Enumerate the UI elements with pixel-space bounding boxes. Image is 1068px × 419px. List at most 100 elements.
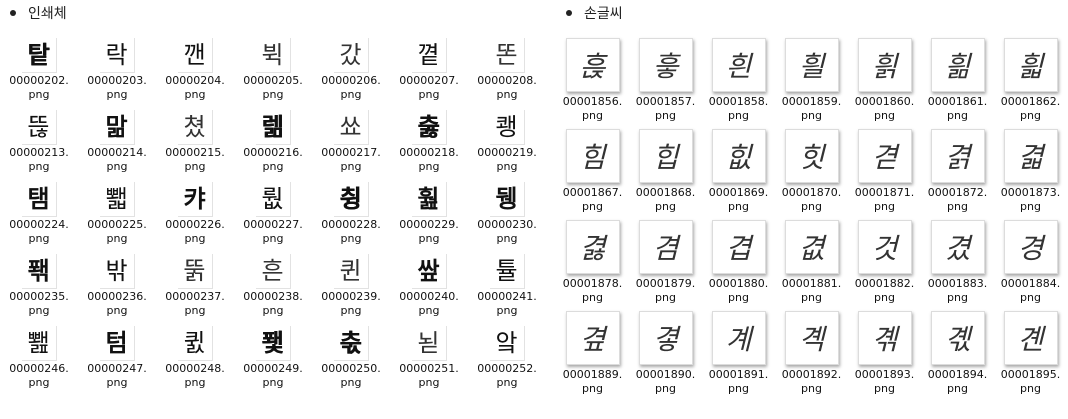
handwritten-image-tile[interactable]: 곆 00001893. png xyxy=(848,311,921,402)
handwritten-image-tile[interactable]: 겺 00001881. png xyxy=(775,220,848,311)
handwritten-image-tile[interactable]: 것 00001882. png xyxy=(848,220,921,311)
printed-glyph-image[interactable]: 쑈 xyxy=(333,110,369,145)
handwritten-glyph-image[interactable]: 흵 xyxy=(857,38,912,92)
handwritten-image-tile[interactable]: 계 00001891. png xyxy=(702,311,775,402)
printed-image-tile[interactable]: 춣 00000218. png xyxy=(390,110,468,182)
printed-image-tile[interactable]: 뚥 00000237. png xyxy=(156,254,234,326)
handwritten-image-tile[interactable]: 겹 00001880. png xyxy=(702,220,775,311)
printed-glyph-image[interactable]: 쳤 xyxy=(177,110,213,145)
printed-image-tile[interactable]: 캬 00000226. png xyxy=(156,182,234,254)
printed-glyph-image[interactable]: 춣 xyxy=(411,110,447,145)
handwritten-glyph-image[interactable]: 계 xyxy=(711,311,766,365)
printed-glyph-image[interactable]: 춗 xyxy=(333,326,369,361)
handwritten-image-tile[interactable]: 곃 00001890. png xyxy=(629,311,702,402)
handwritten-image-tile[interactable]: 곈 00001895. png xyxy=(994,311,1067,402)
handwritten-glyph-image[interactable]: 힙 xyxy=(638,129,693,183)
printed-glyph-image[interactable]: 뜮 xyxy=(21,110,57,145)
handwritten-glyph-image[interactable]: 흰 xyxy=(711,38,766,92)
handwritten-glyph-image[interactable]: 힛 xyxy=(784,129,839,183)
handwritten-glyph-image[interactable]: 곂 xyxy=(565,311,620,365)
printed-image-tile[interactable]: 뜮 00000213. png xyxy=(0,110,78,182)
printed-image-tile[interactable]: 렒 00000216. png xyxy=(234,110,312,182)
printed-glyph-image[interactable]: 뚥 xyxy=(177,254,213,289)
handwritten-image-tile[interactable]: 흰 00001858. png xyxy=(702,38,775,129)
printed-image-tile[interactable]: 똔 00000208. png xyxy=(468,38,546,110)
handwritten-image-tile[interactable]: 겳 00001873. png xyxy=(994,129,1067,220)
handwritten-image-tile[interactable]: 겸 00001879. png xyxy=(629,220,702,311)
printed-glyph-image[interactable]: 뤖 xyxy=(255,182,291,217)
printed-glyph-image[interactable]: 뾃 xyxy=(99,182,135,217)
handwritten-glyph-image[interactable]: 것 xyxy=(857,220,912,274)
printed-image-tile[interactable]: 춗 00000250. png xyxy=(312,326,390,398)
handwritten-glyph-image[interactable]: 흕 xyxy=(565,38,620,92)
printed-glyph-image[interactable]: 뾆 xyxy=(21,326,57,361)
handwritten-image-tile[interactable]: 흶 00001861. png xyxy=(921,38,994,129)
handwritten-glyph-image[interactable]: 겷 xyxy=(565,220,620,274)
printed-image-tile[interactable]: 쳤 00000215. png xyxy=(156,110,234,182)
printed-image-tile[interactable]: 탙 00000202. png xyxy=(0,38,78,110)
printed-image-tile[interactable]: 뇓 00000251. png xyxy=(390,326,468,398)
handwritten-image-tile[interactable]: 힛 00001870. png xyxy=(775,129,848,220)
printed-image-tile[interactable]: 퀸 00000239. png xyxy=(312,254,390,326)
printed-glyph-image[interactable]: 큀 xyxy=(177,326,213,361)
printed-glyph-image[interactable]: 쌒 xyxy=(411,254,447,289)
printed-image-tile[interactable]: 튤 00000241. png xyxy=(468,254,546,326)
handwritten-glyph-image[interactable]: 겸 xyxy=(638,220,693,274)
printed-glyph-image[interactable]: 캬 xyxy=(177,182,213,217)
printed-image-tile[interactable]: 뤖 00000227. png xyxy=(234,182,312,254)
handwritten-image-tile[interactable]: 겯 00001871. png xyxy=(848,129,921,220)
handwritten-glyph-image[interactable]: 곈 xyxy=(1003,311,1058,365)
printed-glyph-image[interactable]: 쾡 xyxy=(489,110,525,145)
printed-image-tile[interactable]: 쌒 00000240. png xyxy=(390,254,468,326)
printed-glyph-image[interactable]: 퐻 xyxy=(255,326,291,361)
printed-image-tile[interactable]: 뷕 00000205. png xyxy=(234,38,312,110)
handwritten-glyph-image[interactable]: 겳 xyxy=(1003,129,1058,183)
printed-image-tile[interactable]: 쾡 00000219. png xyxy=(468,110,546,182)
printed-image-tile[interactable]: 깬 00000204. png xyxy=(156,38,234,110)
handwritten-image-tile[interactable]: 힙 00001868. png xyxy=(629,129,702,220)
printed-image-tile[interactable]: 꼍 00000207. png xyxy=(390,38,468,110)
handwritten-glyph-image[interactable]: 흷 xyxy=(1003,38,1058,92)
printed-glyph-image[interactable]: 깬 xyxy=(177,38,213,73)
printed-glyph-image[interactable]: 똔 xyxy=(489,38,525,73)
handwritten-image-tile[interactable]: 겱 00001872. png xyxy=(921,129,994,220)
printed-glyph-image[interactable]: 뒝 xyxy=(489,182,525,217)
handwritten-image-tile[interactable]: 흫 00001857. png xyxy=(629,38,702,129)
handwritten-image-tile[interactable]: 힚 00001869. png xyxy=(702,129,775,220)
handwritten-image-tile[interactable]: 곅 00001892. png xyxy=(775,311,848,402)
printed-glyph-image[interactable]: 렒 xyxy=(255,110,291,145)
handwritten-image-tile[interactable]: 겼 00001883. png xyxy=(921,220,994,311)
handwritten-glyph-image[interactable]: 곇 xyxy=(930,311,985,365)
printed-image-tile[interactable]: 탬 00000224. png xyxy=(0,182,78,254)
printed-glyph-image[interactable]: 훮 xyxy=(411,182,447,217)
printed-glyph-image[interactable]: 맒 xyxy=(99,110,135,145)
printed-glyph-image[interactable]: 꼍 xyxy=(411,38,447,73)
printed-image-tile[interactable]: 밖 00000236. png xyxy=(78,254,156,326)
printed-image-tile[interactable]: 쑈 00000217. png xyxy=(312,110,390,182)
handwritten-glyph-image[interactable]: 힘 xyxy=(565,129,620,183)
printed-glyph-image[interactable]: 튤 xyxy=(489,254,525,289)
printed-glyph-image[interactable]: 뷕 xyxy=(255,38,291,73)
handwritten-image-tile[interactable]: 겷 00001878. png xyxy=(556,220,629,311)
handwritten-glyph-image[interactable]: 겱 xyxy=(930,129,985,183)
printed-glyph-image[interactable]: 갔 xyxy=(333,38,369,73)
handwritten-glyph-image[interactable]: 겼 xyxy=(930,220,985,274)
printed-glyph-image[interactable]: 밖 xyxy=(99,254,135,289)
handwritten-glyph-image[interactable]: 흴 xyxy=(784,38,839,92)
printed-glyph-image[interactable]: 락 xyxy=(99,38,135,73)
handwritten-image-tile[interactable]: 힘 00001867. png xyxy=(556,129,629,220)
printed-image-tile[interactable]: 뾆 00000246. png xyxy=(0,326,78,398)
printed-image-tile[interactable]: 흔 00000238. png xyxy=(234,254,312,326)
printed-image-tile[interactable]: 췽 00000228. png xyxy=(312,182,390,254)
printed-image-tile[interactable]: 갔 00000206. png xyxy=(312,38,390,110)
handwritten-image-tile[interactable]: 곂 00001889. png xyxy=(556,311,629,402)
handwritten-image-tile[interactable]: 곇 00001894. png xyxy=(921,311,994,402)
printed-image-tile[interactable]: 락 00000203. png xyxy=(78,38,156,110)
printed-image-tile[interactable]: 퐦 00000235. png xyxy=(0,254,78,326)
printed-glyph-image[interactable]: 퀸 xyxy=(333,254,369,289)
printed-image-tile[interactable]: 텀 00000247. png xyxy=(78,326,156,398)
handwritten-glyph-image[interactable]: 겺 xyxy=(784,220,839,274)
printed-glyph-image[interactable]: 퐦 xyxy=(21,254,57,289)
printed-glyph-image[interactable]: 탬 xyxy=(21,182,57,217)
printed-image-tile[interactable]: 훮 00000229. png xyxy=(390,182,468,254)
